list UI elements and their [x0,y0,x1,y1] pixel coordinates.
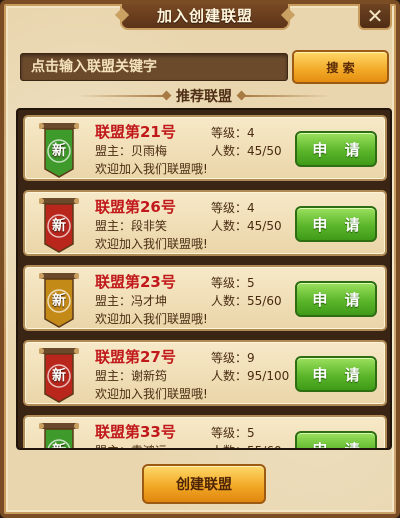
members-value: 55/60 [247,294,282,308]
alliance-members: 人数：45/50 [211,142,282,159]
alliance-level: 等级：5 [211,274,255,291]
leader-label: 盟主： [95,144,132,158]
members-value: 45/50 [247,144,282,158]
level-value: 9 [247,351,255,365]
alliance-leader: 盟主：谢新筠 [95,367,167,384]
close-button[interactable]: ✕ [358,4,392,30]
dialog-title: 加入创建联盟 [156,6,253,25]
alliance-row: 新 联盟第33号 盟主：袁鸿运 欢迎加入我们联盟哦! 等级：5 人数：55/60… [23,415,387,448]
close-icon: ✕ [366,4,384,28]
ornament-left [76,95,166,97]
alliance-row: 新 联盟第27号 盟主：谢新筠 欢迎加入我们联盟哦! 等级：9 人数：95/10… [23,340,387,406]
leader-label: 盟主： [95,219,132,233]
alliance-name: 联盟第33号 [95,423,176,441]
new-badge-label: 新 [52,143,66,159]
leader-value: 段非笑 [131,219,168,233]
apply-button[interactable]: 申 请 [295,206,377,242]
level-label: 等级： [211,126,248,140]
leader-value: 谢新筠 [131,369,168,383]
alliance-name: 联盟第27号 [95,348,176,366]
level-label: 等级： [211,351,248,365]
alliance-row: 新 联盟第21号 盟主：贝雨梅 欢迎加入我们联盟哦! 等级：4 人数：45/50… [23,115,387,181]
level-value: 4 [247,126,255,140]
create-alliance-button[interactable]: 创建联盟 [142,464,266,504]
level-label: 等级： [211,426,248,440]
members-label: 人数： [211,369,248,383]
title-ornament-right [280,7,296,23]
apply-button[interactable]: 申 请 [295,356,377,392]
leader-value: 贝雨梅 [131,144,168,158]
new-badge-label: 新 [52,293,66,309]
apply-button[interactable]: 申 请 [295,431,377,448]
leader-label: 盟主： [95,369,132,383]
members-value: 45/50 [247,219,282,233]
alliance-name: 联盟第26号 [95,198,176,216]
alliance-members: 人数：95/100 [211,367,289,384]
alliance-motto: 欢迎加入我们联盟哦! [95,237,208,251]
level-value: 4 [247,201,255,215]
level-value: 5 [247,426,255,440]
alliance-name: 联盟第23号 [95,273,176,291]
title-ornament-left [114,7,130,23]
alliance-members: 人数：55/60 [211,292,282,309]
alliance-leader: 盟主：冯才坤 [95,292,167,309]
leader-label: 盟主： [95,294,132,308]
members-label: 人数： [211,219,248,233]
alliance-leader: 盟主：袁鸿运 [95,442,167,448]
leader-value: 冯才坤 [131,294,168,308]
alliance-list[interactable]: 新 联盟第21号 盟主：贝雨梅 欢迎加入我们联盟哦! 等级：4 人数：45/50… [16,108,392,450]
alliance-members: 人数：45/50 [211,217,282,234]
alliance-motto: 欢迎加入我们联盟哦! [95,312,208,326]
alliance-level: 等级：4 [211,124,255,141]
new-badge-label: 新 [52,368,66,384]
section-title: 推荐联盟 [176,89,232,105]
title-plate: 加入创建联盟 [114,4,296,30]
alliance-leader: 盟主：贝雨梅 [95,142,167,159]
members-label: 人数： [211,444,247,448]
ornament-right [242,95,332,97]
level-label: 等级： [211,201,248,215]
alliance-row: 新 联盟第26号 盟主：段非笑 欢迎加入我们联盟哦! 等级：4 人数：45/50… [23,190,387,256]
apply-button[interactable]: 申 请 [295,281,377,317]
alliance-level: 等级：9 [211,349,255,366]
members-label: 人数： [211,294,248,308]
alliance-members: 人数：55/60 [211,442,282,448]
alliance-dialog: 加入创建联盟 ✕ 搜 索 推荐联盟 新 联盟第21号 盟主：贝雨梅 欢迎加入我们… [0,0,400,518]
alliance-motto: 欢迎加入我们联盟哦! [95,387,208,401]
alliance-row: 新 联盟第23号 盟主：冯才坤 欢迎加入我们联盟哦! 等级：5 人数：55/60… [23,265,387,331]
members-value: 95/100 [247,369,290,383]
alliance-motto: 欢迎加入我们联盟哦! [95,162,208,176]
alliance-name: 联盟第21号 [95,123,176,141]
search-button[interactable]: 搜 索 [292,50,389,84]
new-badge-label: 新 [52,218,66,234]
alliance-level: 等级：5 [211,424,255,441]
alliance-leader: 盟主：段非笑 [95,217,167,234]
leader-label: 盟主： [95,444,131,448]
members-label: 人数： [211,144,248,158]
alliance-level: 等级：4 [211,199,255,216]
level-value: 5 [247,276,255,290]
search-input[interactable] [20,53,288,81]
members-value: 55/60 [247,444,282,448]
leader-value: 袁鸿运 [131,444,167,448]
apply-button[interactable]: 申 请 [295,131,377,167]
recommended-section-header: 推荐联盟 [4,86,396,106]
new-badge-label: 新 [39,439,79,448]
level-label: 等级： [211,276,248,290]
